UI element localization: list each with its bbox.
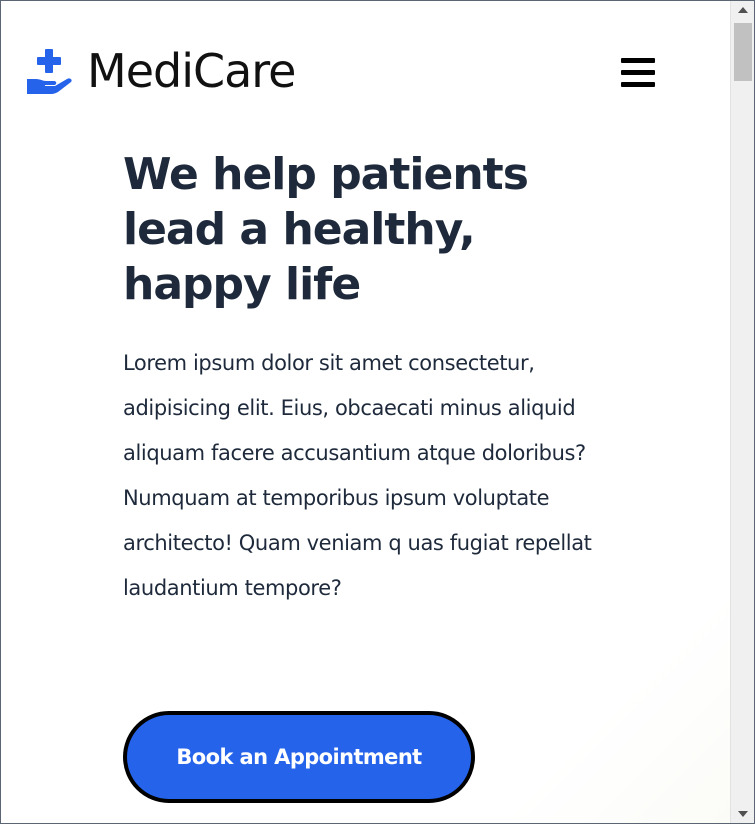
browser-frame: MediCare We help patients lead a healthy… [0, 0, 755, 824]
scrollbar-thumb[interactable] [734, 23, 752, 81]
scroll-down-arrow-icon[interactable] [731, 805, 754, 823]
menu-bar-middle [621, 70, 655, 75]
brand-name: MediCare [87, 44, 296, 98]
hero-title: We help patients lead a healthy, happy l… [123, 149, 529, 310]
scroll-up-arrow-icon[interactable] [731, 1, 754, 19]
page-viewport: MediCare We help patients lead a healthy… [1, 1, 730, 823]
hamburger-menu-icon[interactable] [621, 58, 657, 90]
vertical-scrollbar[interactable] [730, 1, 754, 823]
menu-bar-bottom [621, 82, 655, 87]
book-appointment-button[interactable]: Book an Appointment [123, 711, 475, 803]
brand-logo[interactable]: MediCare [25, 44, 296, 98]
hand-holding-medical-icon [25, 45, 79, 97]
hero-description: Lorem ipsum dolor sit amet consectetur, … [123, 351, 592, 600]
menu-bar-top [621, 58, 655, 63]
